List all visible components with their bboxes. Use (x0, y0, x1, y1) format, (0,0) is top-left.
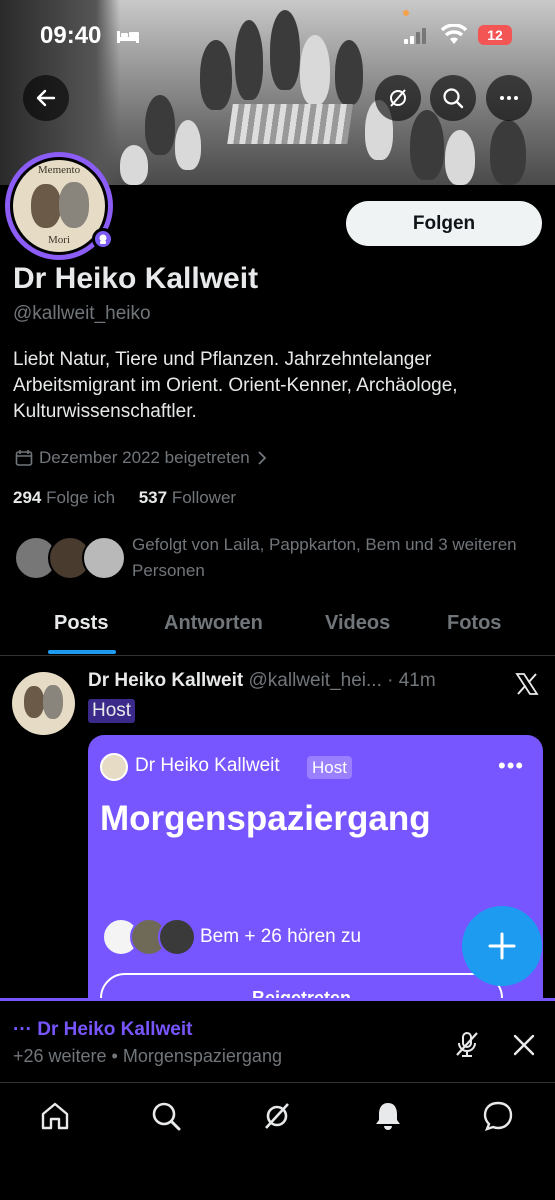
space-host-name: Dr Heiko Kallweit (135, 755, 280, 776)
sleep-focus-icon (117, 31, 139, 43)
back-arrow-icon (36, 89, 56, 107)
cellular-signal-icon (404, 28, 426, 44)
following-count: 294 (13, 488, 42, 507)
avatar-face (24, 686, 44, 718)
followed-by-avatars[interactable] (14, 536, 126, 582)
listener-avatar (158, 918, 196, 956)
profile-bio: Liebt Natur, Tiere und Pflanzen. Jahrzeh… (13, 349, 458, 422)
spaces-live-icon (99, 234, 107, 244)
avatar-top-text: Memento (37, 164, 81, 176)
post-time: · 41m (387, 670, 436, 691)
listener-count: Bem + 26 hören zu (200, 926, 362, 947)
search-button[interactable] (430, 75, 476, 121)
battery-indicator: 12 (478, 25, 512, 45)
post-author-handle[interactable]: @kallweit_hei... (249, 670, 382, 691)
banner-figure (410, 110, 444, 180)
wifi-icon (441, 24, 467, 44)
spaces-mute-icon (390, 89, 406, 107)
banner-figure (175, 120, 201, 170)
privacy-indicator (403, 10, 409, 16)
dock-subtitle: +26 weitere • Morgenspaziergang (13, 1046, 282, 1066)
avatar-face (31, 184, 61, 228)
listener-avatars (102, 918, 198, 958)
banner-figure (145, 95, 175, 155)
back-button[interactable] (23, 75, 69, 121)
follow-button[interactable]: Folgen (346, 201, 542, 246)
plus-icon (488, 932, 516, 960)
tab-replies[interactable]: Antworten (164, 612, 263, 635)
profile-handle: @kallweit_heiko (13, 303, 151, 324)
profile-tabs: Posts Antworten Videos Fotos (0, 600, 555, 656)
status-bar: 09:40 12 (0, 0, 555, 70)
banner-figure (445, 130, 475, 185)
banner-figure (120, 145, 148, 185)
post-author-name[interactable]: Dr Heiko Kallweit (88, 670, 243, 691)
home-icon[interactable] (38, 1099, 72, 1133)
following-label: Folge ich (46, 488, 116, 507)
more-icon (500, 96, 518, 100)
space-title: Morgenspaziergang (100, 799, 431, 838)
compose-fab[interactable] (462, 906, 542, 986)
joined-date[interactable]: Dezember 2022 beigetreten (15, 448, 268, 468)
space-card[interactable]: Dr Heiko Kallweit Host ••• Morgenspazier… (88, 735, 543, 1035)
dock-host-name: ··· Dr Heiko Kallweit (13, 1019, 193, 1040)
notifications-icon[interactable] (371, 1099, 405, 1133)
chevron-right-icon (258, 451, 267, 465)
follower-avatar (82, 536, 126, 580)
space-more-button[interactable]: ••• (498, 755, 524, 777)
tab-posts[interactable]: Posts (54, 612, 108, 635)
followers-label: Follower (171, 488, 237, 507)
live-space-badge[interactable] (92, 228, 114, 250)
post-author-avatar[interactable] (12, 672, 75, 735)
followers-count: 537 (138, 488, 168, 507)
space-host-avatar (100, 753, 128, 781)
spaces-mute-button[interactable] (375, 75, 421, 121)
more-button[interactable] (486, 75, 532, 121)
follow-counts: 294 Folge ich 537 Follower (13, 488, 236, 508)
host-badge: Host (88, 699, 136, 723)
banner-roof (227, 104, 353, 144)
close-icon[interactable] (512, 1033, 536, 1057)
x-logo-icon (515, 673, 539, 695)
profile-name: Dr Heiko Kallweit (13, 262, 259, 295)
messages-icon[interactable] (481, 1099, 515, 1133)
tab-photos[interactable]: Fotos (447, 612, 501, 635)
following-link[interactable]: 294 Folge ich (13, 488, 115, 507)
avatar-face (59, 182, 89, 228)
search-icon[interactable] (149, 1099, 183, 1133)
search-icon (443, 88, 464, 109)
mic-muted-icon[interactable] (452, 1029, 482, 1059)
space-host-badge: Host (307, 756, 352, 779)
joined-text: Dezember 2022 beigetreten (39, 448, 250, 467)
followers-link[interactable]: 537 Follower (139, 488, 236, 507)
spaces-icon[interactable] (260, 1099, 294, 1133)
active-tab-indicator (48, 650, 116, 654)
followed-by-text[interactable]: Gefolgt von Laila, Pappkarton, Bem und 3… (132, 532, 532, 584)
banner-figure (490, 120, 526, 185)
tab-videos[interactable]: Videos (325, 612, 390, 635)
avatar-face (43, 685, 63, 719)
space-dock[interactable]: ··· Dr Heiko Kallweit +26 weitere • Morg… (0, 998, 555, 1082)
bottom-navigation (0, 1082, 555, 1200)
status-time: 09:40 (40, 22, 102, 49)
calendar-icon (15, 450, 33, 466)
post-header: Dr Heiko Kallweit @kallweit_hei... · 41m (88, 670, 436, 692)
